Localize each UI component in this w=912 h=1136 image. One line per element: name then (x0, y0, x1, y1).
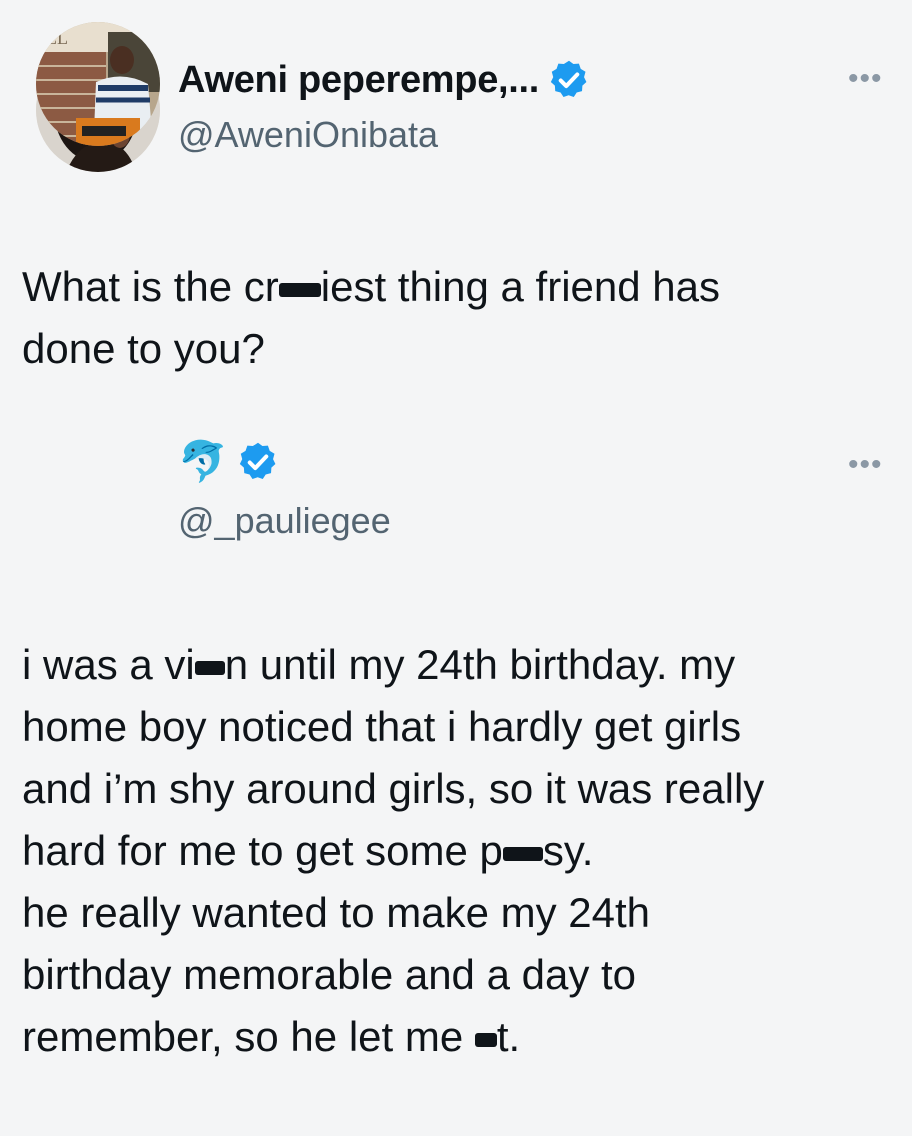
display-name[interactable]: 🐬 (178, 438, 280, 485)
tweet-text: What is the cr iest thing a friend has do… (22, 256, 892, 380)
censor-bar (194, 660, 225, 675)
handle[interactable]: @AweniOnibata (178, 114, 438, 156)
censor-bar (502, 846, 543, 861)
more-options-icon[interactable]: ••• (848, 450, 883, 480)
censor-bar (278, 282, 321, 297)
tweet-text-part: What is the cr (22, 263, 279, 310)
tweet-text-part: i was a vi (22, 641, 195, 688)
tweet-text: i was a vi n until my 24th birthday. my h… (22, 634, 892, 1068)
handle[interactable]: @_pauliegee (178, 500, 391, 542)
display-name-text: Aweni peperempe,... (178, 58, 540, 101)
verified-badge-icon (550, 60, 587, 98)
censor-bar (474, 1032, 497, 1047)
tweet-text-part: t. (496, 1013, 521, 1060)
verified-badge-icon (239, 442, 275, 479)
dolphin-emoji-icon: 🐬 (178, 440, 228, 484)
reply-tweet: LL 🐬 @_pauliegee ••• i was a vi n until m… (0, 22, 912, 1136)
display-name[interactable]: Aweni peperempe,... (178, 58, 591, 102)
more-options-icon[interactable]: ••• (848, 64, 883, 94)
avatar-pauliegee[interactable]: LL (36, 22, 160, 146)
